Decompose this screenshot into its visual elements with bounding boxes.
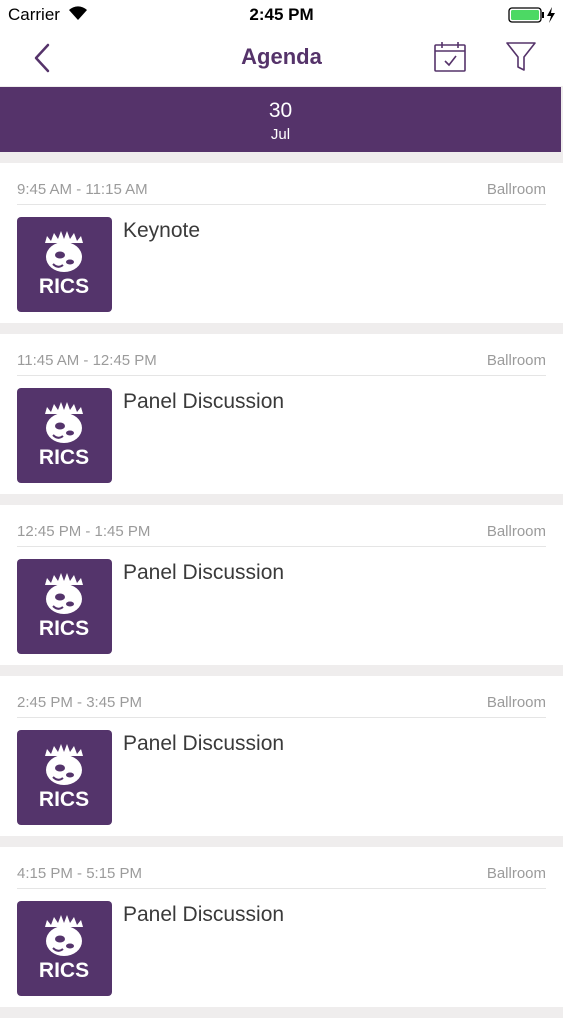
- session-card[interactable]: 2:45 PM - 3:45 PM Ballroom RICS Panel Di…: [0, 676, 563, 836]
- status-bar: Carrier 2:45 PM: [0, 0, 563, 30]
- session-title: Panel Discussion: [123, 561, 285, 584]
- status-time: 2:45 PM: [249, 5, 314, 24]
- divider: [17, 375, 546, 376]
- session-room: Ballroom: [486, 181, 546, 198]
- svg-text:RICS: RICS: [39, 959, 89, 982]
- rics-logo: RICS: [17, 559, 112, 654]
- session-time: 9:45 AM - 11:15 AM: [17, 181, 148, 198]
- date-day: 30: [268, 99, 293, 122]
- svg-text:RICS: RICS: [39, 446, 89, 469]
- battery-icon: [508, 6, 558, 29]
- session-room: Ballroom: [486, 694, 546, 711]
- divider: [17, 717, 546, 718]
- session-title: Panel Discussion: [123, 390, 285, 413]
- navigation-bar: Agenda: [0, 30, 563, 86]
- filter-funnel-icon[interactable]: [505, 40, 537, 79]
- session-room: Ballroom: [486, 523, 546, 540]
- session-list: 9:45 AM - 11:15 AM Ballroom RICS Keynote…: [0, 163, 563, 1018]
- date-month: Jul: [270, 126, 291, 143]
- session-time: 12:45 PM - 1:45 PM: [17, 523, 151, 540]
- session-card[interactable]: 11:45 AM - 12:45 PM Ballroom RICS Panel …: [0, 334, 563, 494]
- session-card[interactable]: 4:15 PM - 5:15 PM Ballroom RICS Panel Di…: [0, 847, 563, 1007]
- svg-text:RICS: RICS: [39, 788, 89, 811]
- svg-text:RICS: RICS: [39, 275, 89, 298]
- date-selector[interactable]: 30 Jul: [0, 87, 561, 152]
- divider: [17, 546, 546, 547]
- session-time: 11:45 AM - 12:45 PM: [17, 352, 157, 369]
- session-title: Panel Discussion: [123, 903, 285, 926]
- session-title: Keynote: [123, 219, 201, 242]
- divider: [17, 888, 546, 889]
- rics-logo: RICS: [17, 388, 112, 483]
- session-card[interactable]: 9:45 AM - 11:15 AM Ballroom RICS Keynote: [0, 163, 563, 323]
- rics-logo: RICS: [17, 901, 112, 996]
- session-card[interactable]: 12:45 PM - 1:45 PM Ballroom RICS Panel D…: [0, 505, 563, 665]
- session-title: Panel Discussion: [123, 732, 285, 755]
- rics-logo: RICS: [17, 730, 112, 825]
- calendar-check-icon[interactable]: [433, 40, 467, 79]
- session-time: 4:15 PM - 5:15 PM: [17, 865, 143, 882]
- session-room: Ballroom: [486, 865, 546, 882]
- session-room: Ballroom: [486, 352, 546, 369]
- rics-logo: RICS: [17, 217, 112, 312]
- svg-text:RICS: RICS: [39, 617, 89, 640]
- page-title: Agenda: [241, 44, 322, 69]
- session-time: 2:45 PM - 3:45 PM: [17, 694, 143, 711]
- divider: [17, 204, 546, 205]
